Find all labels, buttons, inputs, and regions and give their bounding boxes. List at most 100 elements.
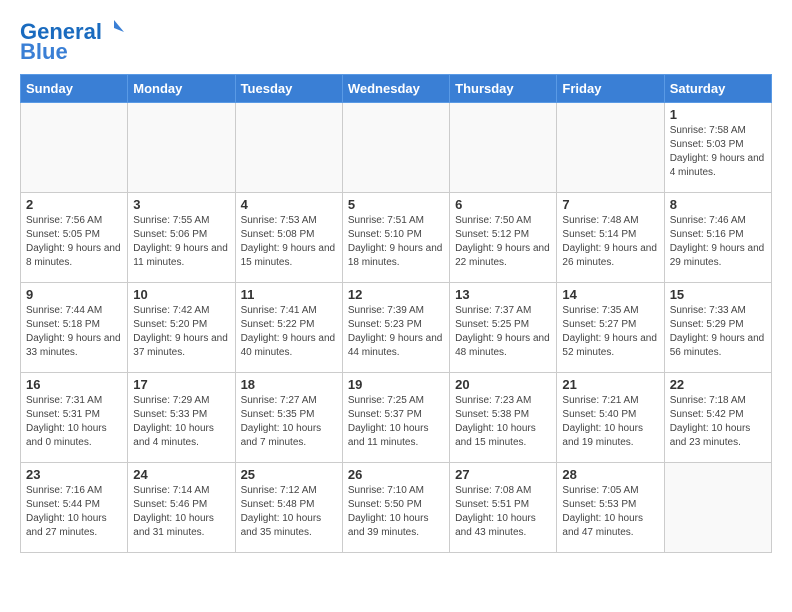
calendar-cell: 10 Sunrise: 7:42 AM Sunset: 5:20 PM Dayli… xyxy=(128,283,235,373)
day-info: Sunrise: 7:46 AM Sunset: 5:16 PM Dayligh… xyxy=(670,214,766,270)
day-info: Sunrise: 7:21 AM Sunset: 5:40 PM Dayligh… xyxy=(562,394,658,450)
day-info: Sunrise: 7:58 AM Sunset: 5:03 PM Dayligh… xyxy=(670,124,766,180)
calendar-cell: 8 Sunrise: 7:46 AM Sunset: 5:16 PM Daylig… xyxy=(664,193,771,283)
day-number: 12 xyxy=(348,287,444,302)
day-number: 15 xyxy=(670,287,766,302)
logo-bird-icon xyxy=(104,18,124,38)
day-number: 11 xyxy=(241,287,337,302)
calendar-cell xyxy=(450,103,557,193)
day-number: 8 xyxy=(670,197,766,212)
calendar-cell: 7 Sunrise: 7:48 AM Sunset: 5:14 PM Daylig… xyxy=(557,193,664,283)
calendar-cell: 24 Sunrise: 7:14 AM Sunset: 5:46 PM Dayli… xyxy=(128,463,235,553)
day-number: 22 xyxy=(670,377,766,392)
day-number: 28 xyxy=(562,467,658,482)
day-number: 2 xyxy=(26,197,122,212)
week-row-1: 1 Sunrise: 7:58 AM Sunset: 5:03 PM Daylig… xyxy=(21,103,772,193)
day-number: 25 xyxy=(241,467,337,482)
calendar-cell xyxy=(342,103,449,193)
day-info: Sunrise: 7:50 AM Sunset: 5:12 PM Dayligh… xyxy=(455,214,551,270)
day-info: Sunrise: 7:14 AM Sunset: 5:46 PM Dayligh… xyxy=(133,484,229,540)
day-number: 10 xyxy=(133,287,229,302)
day-number: 26 xyxy=(348,467,444,482)
calendar-cell: 15 Sunrise: 7:33 AM Sunset: 5:29 PM Dayli… xyxy=(664,283,771,373)
calendar-cell: 9 Sunrise: 7:44 AM Sunset: 5:18 PM Daylig… xyxy=(21,283,128,373)
calendar-cell: 26 Sunrise: 7:10 AM Sunset: 5:50 PM Dayli… xyxy=(342,463,449,553)
calendar-cell: 25 Sunrise: 7:12 AM Sunset: 5:48 PM Dayli… xyxy=(235,463,342,553)
day-number: 14 xyxy=(562,287,658,302)
day-info: Sunrise: 7:08 AM Sunset: 5:51 PM Dayligh… xyxy=(455,484,551,540)
week-row-4: 16 Sunrise: 7:31 AM Sunset: 5:31 PM Dayli… xyxy=(21,373,772,463)
calendar-cell: 13Sunrise: 7:37 AM Sunset: 5:25 PM Dayli… xyxy=(450,283,557,373)
weekday-header-wednesday: Wednesday xyxy=(342,75,449,103)
calendar-cell: 20 Sunrise: 7:23 AM Sunset: 5:38 PM Dayli… xyxy=(450,373,557,463)
calendar-cell xyxy=(557,103,664,193)
weekday-header-sunday: Sunday xyxy=(21,75,128,103)
calendar-cell: 28 Sunrise: 7:05 AM Sunset: 5:53 PM Dayli… xyxy=(557,463,664,553)
day-number: 27 xyxy=(455,467,551,482)
day-number: 7 xyxy=(562,197,658,212)
calendar-cell: 3Sunrise: 7:55 AM Sunset: 5:06 PM Daylig… xyxy=(128,193,235,283)
day-info: Sunrise: 7:42 AM Sunset: 5:20 PM Dayligh… xyxy=(133,304,229,360)
day-info: Sunrise: 7:48 AM Sunset: 5:14 PM Dayligh… xyxy=(562,214,658,270)
day-number: 20 xyxy=(455,377,551,392)
calendar-cell: 12 Sunrise: 7:39 AM Sunset: 5:23 PM Dayli… xyxy=(342,283,449,373)
day-info: Sunrise: 7:12 AM Sunset: 5:48 PM Dayligh… xyxy=(241,484,337,540)
day-number: 23 xyxy=(26,467,122,482)
calendar-table: SundayMondayTuesdayWednesdayThursdayFrid… xyxy=(20,74,772,553)
day-number: 9 xyxy=(26,287,122,302)
day-info: Sunrise: 7:35 AM Sunset: 5:27 PM Dayligh… xyxy=(562,304,658,360)
page-header: General Blue xyxy=(20,20,772,64)
day-number: 17 xyxy=(133,377,229,392)
day-number: 4 xyxy=(241,197,337,212)
day-number: 5 xyxy=(348,197,444,212)
calendar-cell: 2 Sunrise: 7:56 AM Sunset: 5:05 PM Daylig… xyxy=(21,193,128,283)
day-number: 1 xyxy=(670,107,766,122)
day-number: 24 xyxy=(133,467,229,482)
weekday-header-tuesday: Tuesday xyxy=(235,75,342,103)
calendar-cell: 23 Sunrise: 7:16 AM Sunset: 5:44 PM Dayli… xyxy=(21,463,128,553)
day-info: Sunrise: 7:55 AM Sunset: 5:06 PM Dayligh… xyxy=(133,214,229,270)
calendar-cell xyxy=(664,463,771,553)
calendar-cell: 19 Sunrise: 7:25 AM Sunset: 5:37 PM Dayli… xyxy=(342,373,449,463)
day-number: 16 xyxy=(26,377,122,392)
day-info: Sunrise: 7:16 AM Sunset: 5:44 PM Dayligh… xyxy=(26,484,122,540)
calendar-cell: 5 Sunrise: 7:51 AM Sunset: 5:10 PM Daylig… xyxy=(342,193,449,283)
day-info: Sunrise: 7:10 AM Sunset: 5:50 PM Dayligh… xyxy=(348,484,444,540)
weekday-header-thursday: Thursday xyxy=(450,75,557,103)
day-info: Sunrise: 7:51 AM Sunset: 5:10 PM Dayligh… xyxy=(348,214,444,270)
logo: General Blue xyxy=(20,20,124,64)
day-info: Sunrise: 7:31 AM Sunset: 5:31 PM Dayligh… xyxy=(26,394,122,450)
calendar-cell: 27 Sunrise: 7:08 AM Sunset: 5:51 PM Dayli… xyxy=(450,463,557,553)
calendar-cell: 14 Sunrise: 7:35 AM Sunset: 5:27 PM Dayli… xyxy=(557,283,664,373)
calendar-cell xyxy=(235,103,342,193)
calendar-cell: 18Sunrise: 7:27 AM Sunset: 5:35 PM Dayli… xyxy=(235,373,342,463)
weekday-header-saturday: Saturday xyxy=(664,75,771,103)
week-row-2: 2 Sunrise: 7:56 AM Sunset: 5:05 PM Daylig… xyxy=(21,193,772,283)
day-info: Sunrise: 7:39 AM Sunset: 5:23 PM Dayligh… xyxy=(348,304,444,360)
day-info: Sunrise: 7:37 AM Sunset: 5:25 PM Dayligh… xyxy=(455,304,551,360)
calendar-cell: 21 Sunrise: 7:21 AM Sunset: 5:40 PM Dayli… xyxy=(557,373,664,463)
calendar-cell xyxy=(128,103,235,193)
day-info: Sunrise: 7:53 AM Sunset: 5:08 PM Dayligh… xyxy=(241,214,337,270)
calendar-cell: 16 Sunrise: 7:31 AM Sunset: 5:31 PM Dayli… xyxy=(21,373,128,463)
day-info: Sunrise: 7:18 AM Sunset: 5:42 PM Dayligh… xyxy=(670,394,766,450)
day-info: Sunrise: 7:05 AM Sunset: 5:53 PM Dayligh… xyxy=(562,484,658,540)
day-info: Sunrise: 7:23 AM Sunset: 5:38 PM Dayligh… xyxy=(455,394,551,450)
day-number: 6 xyxy=(455,197,551,212)
day-info: Sunrise: 7:33 AM Sunset: 5:29 PM Dayligh… xyxy=(670,304,766,360)
calendar-cell: 6 Sunrise: 7:50 AM Sunset: 5:12 PM Daylig… xyxy=(450,193,557,283)
day-number: 21 xyxy=(562,377,658,392)
calendar-cell: 1 Sunrise: 7:58 AM Sunset: 5:03 PM Daylig… xyxy=(664,103,771,193)
day-info: Sunrise: 7:44 AM Sunset: 5:18 PM Dayligh… xyxy=(26,304,122,360)
day-info: Sunrise: 7:25 AM Sunset: 5:37 PM Dayligh… xyxy=(348,394,444,450)
day-info: Sunrise: 7:56 AM Sunset: 5:05 PM Dayligh… xyxy=(26,214,122,270)
day-info: Sunrise: 7:27 AM Sunset: 5:35 PM Dayligh… xyxy=(241,394,337,450)
calendar-body: 1 Sunrise: 7:58 AM Sunset: 5:03 PM Daylig… xyxy=(21,103,772,553)
day-info: Sunrise: 7:29 AM Sunset: 5:33 PM Dayligh… xyxy=(133,394,229,450)
calendar-cell: 11 Sunrise: 7:41 AM Sunset: 5:22 PM Dayli… xyxy=(235,283,342,373)
week-row-3: 9 Sunrise: 7:44 AM Sunset: 5:18 PM Daylig… xyxy=(21,283,772,373)
day-number: 19 xyxy=(348,377,444,392)
day-info: Sunrise: 7:41 AM Sunset: 5:22 PM Dayligh… xyxy=(241,304,337,360)
weekday-header-monday: Monday xyxy=(128,75,235,103)
calendar-header-row: SundayMondayTuesdayWednesdayThursdayFrid… xyxy=(21,75,772,103)
